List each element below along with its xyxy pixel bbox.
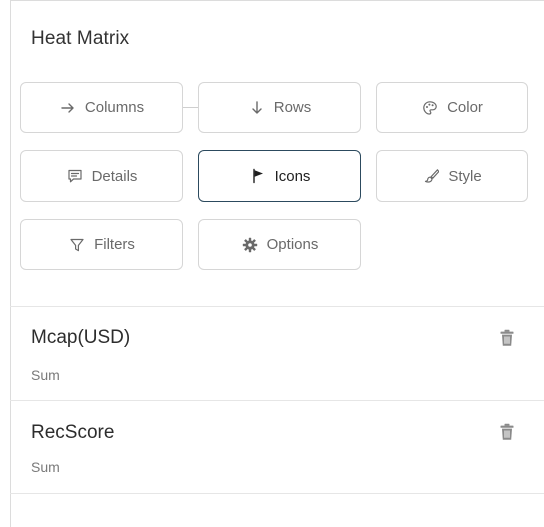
- list-divider: [10, 493, 544, 494]
- style-button[interactable]: Style: [376, 150, 528, 202]
- details-button[interactable]: Details: [20, 150, 183, 202]
- style-label: Style: [448, 167, 482, 185]
- section-divider: [10, 306, 544, 307]
- trash-icon[interactable]: [499, 329, 515, 347]
- measure-name: Mcap(USD): [31, 327, 131, 348]
- columns-label: Columns: [84, 99, 145, 116]
- options-button[interactable]: Options: [198, 219, 361, 270]
- frame-left-border: [10, 0, 11, 527]
- columns-button[interactable]: Columns: [20, 82, 183, 133]
- icons-button[interactable]: Icons: [198, 150, 361, 202]
- trash-icon[interactable]: [499, 423, 515, 441]
- rows-label: Rows: [273, 99, 312, 116]
- paint-brush-icon: [422, 167, 440, 185]
- arrow-right-icon: [59, 99, 77, 117]
- rows-button[interactable]: Rows: [198, 82, 361, 133]
- frame-top-border: [10, 0, 544, 1]
- panel-title: Heat Matrix: [31, 28, 130, 49]
- options-label: Options: [266, 236, 319, 253]
- gear-icon: [241, 236, 259, 254]
- details-label: Details: [91, 167, 138, 185]
- comment-icon: [66, 167, 84, 185]
- flag-icon: [249, 167, 267, 185]
- arrow-down-icon: [248, 99, 266, 117]
- measure-name: RecScore: [31, 422, 115, 443]
- color-label: Color: [447, 99, 483, 116]
- measure-aggregation: Sum: [31, 459, 60, 475]
- filters-label: Filters: [94, 236, 135, 253]
- color-button[interactable]: Color: [376, 82, 528, 133]
- columns-rows-connector: [183, 107, 198, 108]
- icons-label: Icons: [274, 167, 311, 185]
- palette-icon: [421, 99, 439, 117]
- list-divider: [10, 400, 544, 401]
- filter-icon: [68, 236, 86, 254]
- measure-aggregation: Sum: [31, 367, 60, 383]
- filters-button[interactable]: Filters: [20, 219, 183, 270]
